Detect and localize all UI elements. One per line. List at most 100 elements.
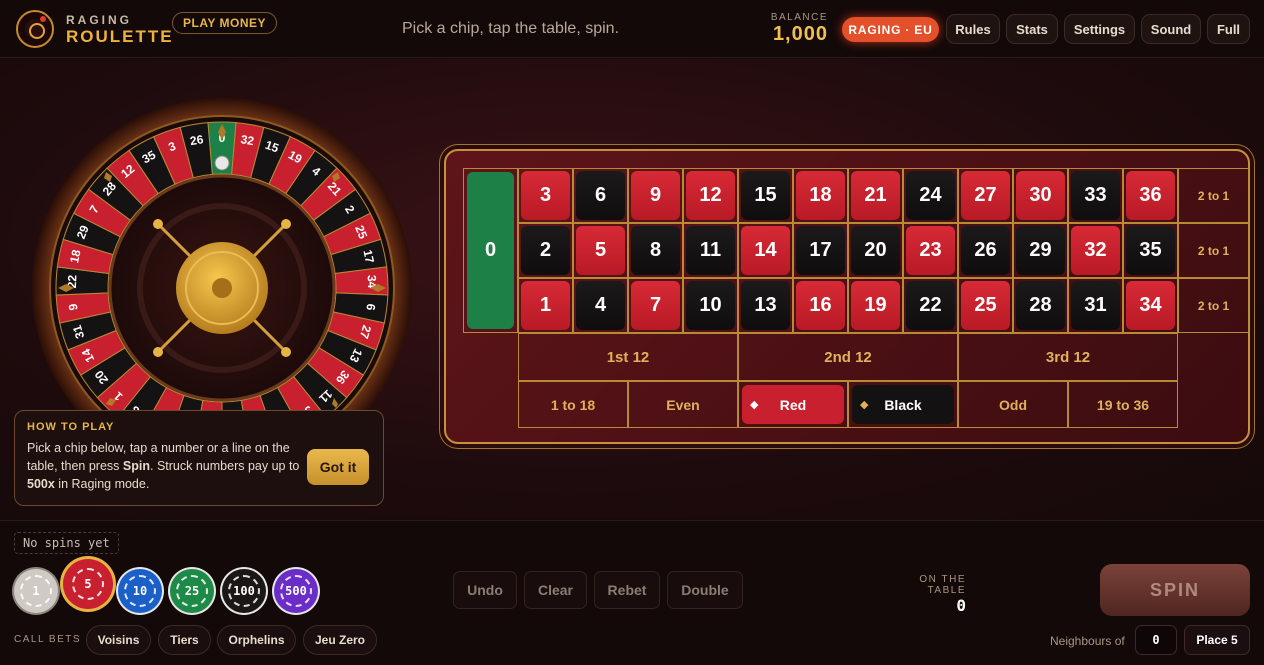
table-number-cell[interactable]: 32 [1068, 223, 1123, 278]
clear-button[interactable]: Clear [524, 571, 587, 609]
dozen-bet-cell[interactable]: 3rd 12 [958, 333, 1178, 381]
dozen-bet-cell[interactable]: 2nd 12 [738, 333, 958, 381]
dozen-bet-cell[interactable]: 1st 12 [518, 333, 738, 381]
table-number-label: 3 [539, 184, 552, 206]
column-bet-cell[interactable]: 2 to 1 [1178, 223, 1249, 278]
logo-big-text: ROULETTE [66, 26, 174, 46]
table-number-cell[interactable]: 18 [793, 168, 848, 223]
table-zero-label: 0 [484, 239, 497, 261]
table-number-cell[interactable]: 27 [958, 168, 1013, 223]
call-bet-orphelins[interactable]: Orphelins [217, 625, 296, 655]
neighbours-label: Neighbours of [1050, 634, 1125, 648]
fullscreen-button[interactable]: Full [1207, 14, 1250, 44]
rebet-button[interactable]: Rebet [594, 571, 660, 609]
neighbours-input[interactable]: 0 [1135, 625, 1177, 655]
table-number-label: 14 [754, 239, 777, 261]
sound-button[interactable]: Sound [1141, 14, 1201, 44]
table-number-cell[interactable]: 13 [738, 278, 793, 333]
diamond-icon: ◆ [860, 399, 869, 411]
table-number-label: 8 [649, 239, 662, 261]
double-button[interactable]: Double [667, 571, 743, 609]
balance-value: 1,000 [772, 23, 828, 45]
table-zero[interactable]: 0 [463, 168, 518, 333]
chip-500[interactable]: 500 [274, 569, 318, 613]
table-number-label: 27 [974, 184, 997, 206]
table-number-cell[interactable]: 29 [1013, 223, 1068, 278]
table-number-cell[interactable]: 14 [738, 223, 793, 278]
table-number-cell[interactable]: 23 [903, 223, 958, 278]
table-number-cell[interactable]: 36 [1123, 168, 1178, 223]
roulette-logo-icon [16, 10, 54, 48]
outside-bet-cell[interactable]: ◆ Black [848, 381, 958, 428]
column-bet-cell[interactable]: 2 to 1 [1178, 278, 1249, 333]
call-bet-voisins[interactable]: Voisins [86, 625, 151, 655]
table-number-cell[interactable]: 22 [903, 278, 958, 333]
table-number-cell[interactable]: 10 [683, 278, 738, 333]
table-number-cell[interactable]: 28 [1013, 278, 1068, 333]
table-number-cell[interactable]: 26 [958, 223, 1013, 278]
chip-25[interactable]: 25 [170, 569, 214, 613]
table-number-cell[interactable]: 7 [628, 278, 683, 333]
logo: RAGING ROULETTE [16, 10, 174, 48]
table-number-cell[interactable]: 5 [573, 223, 628, 278]
chip-100[interactable]: 100 [222, 569, 266, 613]
table-number-label: 26 [974, 239, 997, 261]
table-number-cell[interactable]: 34 [1123, 278, 1178, 333]
table-number-cell[interactable]: 1 [518, 278, 573, 333]
got-it-button[interactable]: Got it [307, 449, 369, 485]
table-number-label: 22 [919, 294, 942, 316]
table-number-cell[interactable]: 20 [848, 223, 903, 278]
table-number-label: 33 [1084, 184, 1107, 206]
logo-small-text: RAGING [66, 12, 132, 27]
table-number-cell[interactable]: 12 [683, 168, 738, 223]
table-number-label: 24 [919, 184, 942, 206]
table-number-cell[interactable]: 31 [1068, 278, 1123, 333]
table-number-cell[interactable]: 24 [903, 168, 958, 223]
table-number-label: 23 [919, 239, 942, 261]
outside-bet-cell[interactable]: 19 to 36 [1068, 381, 1178, 428]
table-number-label: 21 [864, 184, 887, 206]
place-neighbours-button[interactable]: Place 5 [1184, 625, 1250, 655]
table-number-cell[interactable]: 4 [573, 278, 628, 333]
table-number-cell[interactable]: 17 [793, 223, 848, 278]
wheel-pocket-label: 32 [240, 132, 256, 148]
table-number-cell[interactable]: 30 [1013, 168, 1068, 223]
wheel-pocket-label: 26 [189, 132, 205, 148]
spin-button[interactable]: SPIN [1100, 564, 1250, 616]
call-bet-jeu-zero[interactable]: Jeu Zero [303, 625, 377, 655]
chip-1[interactable]: 1 [14, 569, 58, 613]
on-the-table-value: 0 [956, 596, 966, 615]
table-number-cell[interactable]: 19 [848, 278, 903, 333]
table-number-cell[interactable]: 2 [518, 223, 573, 278]
chip-label: 500 [280, 575, 312, 607]
table-number-cell[interactable]: 8 [628, 223, 683, 278]
settings-button[interactable]: Settings [1064, 14, 1135, 44]
table-number-cell[interactable]: 25 [958, 278, 1013, 333]
table-number-label: 25 [974, 294, 997, 316]
mode-toggle[interactable]: RAGING · EU [842, 17, 939, 42]
table-number-label: 35 [1139, 239, 1162, 261]
table-number-cell[interactable]: 33 [1068, 168, 1123, 223]
top-bar: RAGING ROULETTE PLAY MONEY Pick a chip, … [0, 0, 1264, 58]
outside-bet-cell[interactable]: Odd [958, 381, 1068, 428]
table-number-cell[interactable]: 6 [573, 168, 628, 223]
call-bet-tiers[interactable]: Tiers [158, 625, 211, 655]
rules-button[interactable]: Rules [946, 14, 1000, 44]
table-number-cell[interactable]: 9 [628, 168, 683, 223]
table-number-label: 34 [1139, 294, 1162, 316]
table-number-cell[interactable]: 35 [1123, 223, 1178, 278]
outside-bet-cell[interactable]: ◆ Red [738, 381, 848, 428]
table-number-cell[interactable]: 3 [518, 168, 573, 223]
table-number-cell[interactable]: 21 [848, 168, 903, 223]
undo-button[interactable]: Undo [453, 571, 517, 609]
table-number-cell[interactable]: 16 [793, 278, 848, 333]
table-number-cell[interactable]: 11 [683, 223, 738, 278]
outside-bet-cell[interactable]: 1 to 18 [518, 381, 628, 428]
chip-10[interactable]: 10 [118, 569, 162, 613]
table-number-label: 15 [754, 184, 777, 206]
table-number-cell[interactable]: 15 [738, 168, 793, 223]
outside-bet-cell[interactable]: Even [628, 381, 738, 428]
column-bet-cell[interactable]: 2 to 1 [1178, 168, 1249, 223]
stats-button[interactable]: Stats [1006, 14, 1058, 44]
chip-5[interactable]: 5 [63, 559, 113, 609]
